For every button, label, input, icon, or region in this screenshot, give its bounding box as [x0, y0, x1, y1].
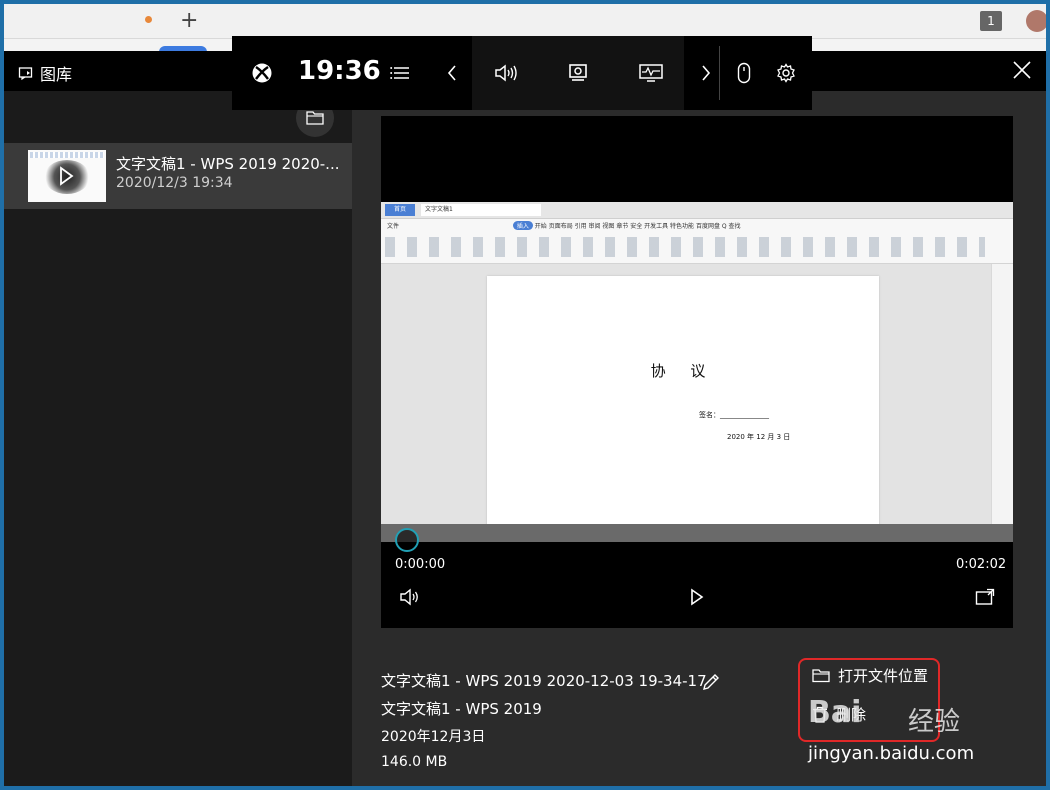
- list-item[interactable]: 文字文稿1 - WPS 2019 2020-... 2020/12/3 19:3…: [4, 143, 352, 209]
- open-file-location-button[interactable]: 打开文件位置: [812, 665, 928, 686]
- performance-icon: [639, 64, 663, 82]
- baidu-jingyan-watermark: Bai 经验 jingyan.baidu.com: [808, 695, 1008, 775]
- scroll-right-button[interactable]: [696, 58, 716, 88]
- play-button[interactable]: [684, 584, 710, 610]
- wps-ribbon: 文件 插入 开始 页面布局 引用 审阅 视图 章节 安全 开发工具 特色功能 百…: [381, 219, 1013, 264]
- settings-button[interactable]: [774, 58, 798, 88]
- video-frame: 首页 文字文稿1 文件 插入 开始 页面布局 引用 审阅 视图 章节 安全 开发…: [381, 202, 1013, 542]
- folder-icon: [306, 111, 324, 125]
- wps-menu-file: 文件: [387, 223, 400, 230]
- game-bar-clock: 19:36: [298, 56, 381, 86]
- current-time: 0:00:00: [395, 557, 446, 572]
- doc-date: 2020 年 12 月 3 日: [727, 433, 791, 441]
- wps-tab-doc: 文字文稿1: [421, 204, 541, 216]
- gallery-title: 图库: [40, 65, 73, 84]
- wps-tab-home: 首页: [385, 204, 415, 216]
- close-icon[interactable]: [1010, 58, 1034, 82]
- tab-count-badge[interactable]: 1: [980, 11, 1002, 31]
- video-thumbnail: [28, 150, 106, 202]
- edit-icon[interactable]: [700, 671, 722, 693]
- folder-icon: [812, 669, 830, 683]
- main-viewer: 首页 文字文稿1 文件 插入 开始 页面布局 引用 审阅 视图 章节 安全 开发…: [352, 91, 1046, 786]
- chevron-right-icon: [702, 65, 711, 81]
- unsaved-dot-icon: [145, 16, 152, 23]
- new-tab-button[interactable]: +: [180, 8, 198, 34]
- gear-icon: [777, 63, 795, 83]
- capture-list-panel: 文字文稿1 - WPS 2019 2020-... 2020/12/3 19:3…: [4, 91, 352, 786]
- mouse-icon: [737, 62, 751, 84]
- performance-widget-button[interactable]: [636, 58, 666, 88]
- divider: [719, 46, 720, 100]
- xbox-game-bar: 19:36: [232, 36, 812, 110]
- widget-menu-button[interactable]: [388, 58, 412, 88]
- wps-tabstrip: 首页 文字文稿1: [381, 202, 1013, 219]
- scroll-left-button[interactable]: [442, 58, 462, 88]
- list-item-title: 文字文稿1 - WPS 2019 2020-...: [116, 155, 340, 173]
- document-page: 协 议 签名：______________ 2020 年 12 月 3 日: [487, 276, 879, 536]
- gallery-icon: [18, 67, 33, 81]
- wps-document-area: 协 议 签名：______________ 2020 年 12 月 3 日: [381, 264, 1013, 536]
- wps-toolbar-icons: [385, 237, 985, 257]
- open-file-location-label: 打开文件位置: [838, 667, 929, 685]
- fullscreen-button[interactable]: [972, 584, 998, 610]
- wps-menu-insert: 插入: [512, 221, 533, 230]
- browser-tabstrip: + 1: [4, 4, 1046, 39]
- doc-signature-line: 签名：______________: [699, 411, 769, 419]
- wps-status-bar: [381, 524, 1013, 542]
- xbox-button[interactable]: [248, 58, 276, 88]
- capture-date: 2020年12月3日: [381, 729, 486, 745]
- total-duration: 0:02:02: [956, 557, 1007, 572]
- speaker-icon: [400, 588, 418, 606]
- gallery-overlay: 图库 文字文稿1 - WPS 2019 2020-... 2020/12/3 1…: [4, 51, 1046, 786]
- capture-widget-button[interactable]: [564, 58, 592, 88]
- video-player[interactable]: 首页 文字文稿1 文件 插入 开始 页面布局 引用 审阅 视图 章节 安全 开发…: [381, 116, 1013, 628]
- volume-button[interactable]: [397, 584, 423, 610]
- menu-icon: [390, 67, 409, 79]
- fullscreen-icon: [975, 588, 995, 605]
- capture-title: 文字文稿1 - WPS 2019 2020-12-03 19-34-17: [381, 672, 707, 690]
- avatar[interactable]: [1026, 10, 1046, 32]
- seek-slider-thumb[interactable]: [395, 528, 419, 552]
- play-icon: [60, 166, 74, 186]
- mouse-button[interactable]: [732, 58, 756, 88]
- chevron-left-icon: [447, 65, 456, 81]
- audio-widget-button[interactable]: [492, 58, 520, 88]
- watermark-text: 经验: [908, 707, 961, 737]
- list-item-date: 2020/12/3 19:34: [116, 175, 233, 191]
- wps-menu: 文件 插入 开始 页面布局 引用 审阅 视图 章节 安全 开发工具 特色功能 百…: [387, 221, 741, 230]
- watermark-url: jingyan.baidu.com: [808, 743, 975, 764]
- wps-menu-items: 开始 页面布局 引用 审阅 视图 章节 安全 开发工具 特色功能 百度网盘 Q …: [534, 223, 741, 230]
- gallery-header: 图库: [18, 61, 72, 85]
- capture-file-size: 146.0 MB: [381, 754, 448, 770]
- xbox-icon: [252, 63, 272, 83]
- capture-app-name: 文字文稿1 - WPS 2019: [381, 700, 542, 718]
- wps-side-toolbar: [991, 264, 1013, 524]
- doc-title: 协 议: [650, 362, 716, 380]
- speaker-icon: [495, 64, 517, 82]
- capture-icon: [569, 64, 587, 81]
- watermark-logo: Bai: [808, 695, 862, 730]
- play-icon: [691, 588, 704, 606]
